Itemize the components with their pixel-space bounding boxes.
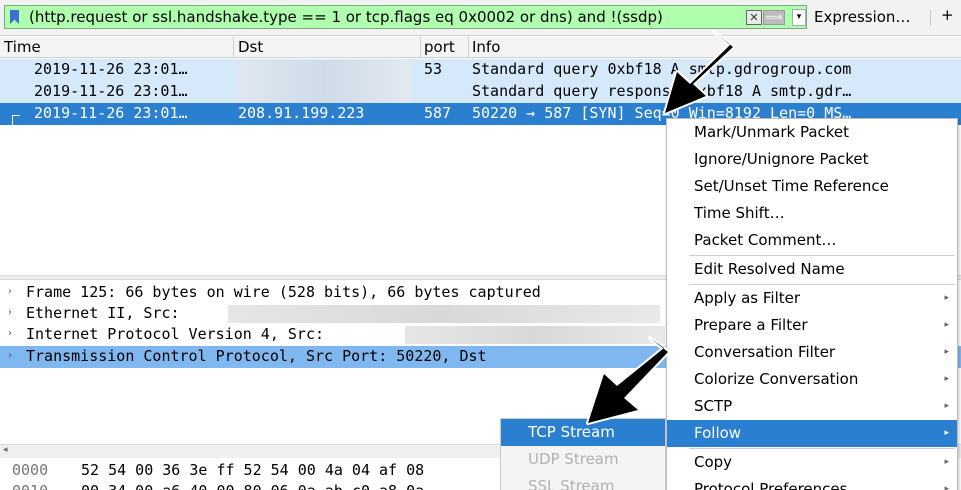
menu-item-label: Conversation Filter xyxy=(694,343,836,361)
menu-item-label: Packet Comment… xyxy=(694,231,837,249)
column-header-time[interactable]: Time xyxy=(4,38,41,56)
menu-item-label: Mark/Unmark Packet xyxy=(694,123,850,141)
display-filter-toolbar: (http.request or ssl.handshake.type == 1… xyxy=(0,0,961,36)
redacted-mac-address xyxy=(228,305,660,323)
related-packet-bracket-icon xyxy=(12,115,20,125)
column-divider[interactable] xyxy=(233,37,234,58)
display-filter-text[interactable]: (http.request or ssl.handshake.type == 1… xyxy=(29,8,663,26)
bookmark-icon[interactable] xyxy=(10,10,19,24)
menu-item-packet-comment[interactable]: Packet Comment… xyxy=(667,227,957,254)
detail-text: Frame 125: 66 bytes on wire (528 bits), … xyxy=(26,283,541,301)
redacted-dst-address xyxy=(236,60,412,103)
menu-item-time-reference[interactable]: Set/Unset Time Reference xyxy=(667,173,957,200)
detail-text: Ethernet II, Src: xyxy=(26,304,180,322)
detail-text: Internet Protocol Version 4, Src: xyxy=(26,325,325,343)
submenu-arrow-icon: ▸ xyxy=(944,320,949,330)
expand-arrow-icon[interactable]: › xyxy=(8,350,12,361)
menu-item-follow[interactable]: Follow ▸ xyxy=(667,420,957,447)
menu-item-label: SCTP xyxy=(694,397,733,415)
bytes-offset: 0000 xyxy=(12,461,49,479)
expand-arrow-icon[interactable]: › xyxy=(8,286,12,297)
bytes-offset: 0010 xyxy=(12,482,48,490)
menu-item-label: Apply as Filter xyxy=(694,289,801,307)
menu-item-prepare-filter[interactable]: Prepare a Filter ▸ xyxy=(667,312,957,339)
menu-item-label: Edit Resolved Name xyxy=(694,260,845,278)
menu-item-protocol-preferences[interactable]: Protocol Preferences ▸ xyxy=(667,476,957,490)
submenu-item-tcp-stream[interactable]: TCP Stream xyxy=(501,419,665,446)
submenu-item-label: TCP Stream xyxy=(528,423,615,441)
menu-item-time-shift[interactable]: Time Shift… xyxy=(667,200,957,227)
menu-item-copy[interactable]: Copy ▸ xyxy=(667,449,957,476)
submenu-item-label: SSL Stream xyxy=(528,477,615,490)
expand-arrow-icon[interactable]: › xyxy=(8,307,12,318)
menu-item-colorize-conversation[interactable]: Colorize Conversation ▸ xyxy=(667,366,957,393)
packet-list-header: Time Dst port Info xyxy=(0,37,961,58)
bytes-hex: 00 34 00 a6 40 00 80 06 0a ab c0 a8 0a xyxy=(81,482,424,490)
packet-port: 587 xyxy=(424,104,452,122)
column-header-port[interactable]: port xyxy=(424,38,455,56)
menu-item-label: Protocol Preferences xyxy=(694,480,848,490)
apply-filter-icon[interactable]: ⟹ xyxy=(763,10,785,25)
expression-button[interactable]: Expression… xyxy=(814,8,910,26)
recent-filters-dropdown[interactable]: ▾ xyxy=(792,9,806,26)
menu-item-label: Ignore/Unignore Packet xyxy=(694,150,869,168)
menu-item-apply-as-filter[interactable]: Apply as Filter ▸ xyxy=(667,285,957,312)
column-header-dst[interactable]: Dst xyxy=(238,38,263,56)
submenu-arrow-icon: ▸ xyxy=(944,374,949,384)
submenu-item-ssl-stream: SSL Stream xyxy=(501,473,665,490)
packet-dst: 208.91.199.223 xyxy=(238,104,365,122)
menu-item-label: Prepare a Filter xyxy=(694,316,808,334)
submenu-arrow-icon: ▸ xyxy=(944,457,949,467)
display-filter-input[interactable]: (http.request or ssl.handshake.type == 1… xyxy=(4,5,807,29)
redacted-ip-address xyxy=(405,326,665,344)
submenu-arrow-icon: ▸ xyxy=(944,484,949,490)
scroll-left-icon[interactable]: ◂ xyxy=(3,445,8,455)
submenu-item-udp-stream: UDP Stream xyxy=(501,446,665,473)
bytes-hex: 52 54 00 36 3e ff 52 54 00 4a 04 af 08 xyxy=(81,461,425,479)
packet-time: 2019-11-26 23:01… xyxy=(34,104,188,122)
submenu-arrow-icon: ▸ xyxy=(944,428,949,438)
column-header-info[interactable]: Info xyxy=(472,38,500,56)
menu-item-label: Copy xyxy=(694,453,733,471)
packet-port: 53 xyxy=(424,60,443,78)
packet-time: 2019-11-26 23:01… xyxy=(34,82,188,100)
clear-filter-icon[interactable]: ✕ xyxy=(746,10,762,25)
submenu-item-label: UDP Stream xyxy=(528,450,619,468)
menu-item-sctp[interactable]: SCTP ▸ xyxy=(667,393,957,420)
packet-row[interactable]: 2019-11-26 23:01… Standard query respons… xyxy=(0,81,961,103)
packet-info: Standard query 0xbf18 A smtp.gdrogroup.c… xyxy=(472,60,852,78)
menu-item-ignore-packet[interactable]: Ignore/Unignore Packet xyxy=(667,146,957,173)
packet-info: Standard query response 0xbf18 A smtp.gd… xyxy=(472,82,852,100)
add-filter-button[interactable]: + xyxy=(941,6,954,24)
menu-item-label: Follow xyxy=(694,424,742,442)
submenu-arrow-icon: ▸ xyxy=(944,347,949,357)
toolbar-divider xyxy=(930,10,931,26)
submenu-arrow-icon: ▸ xyxy=(944,293,949,303)
menu-item-label: Set/Unset Time Reference xyxy=(694,177,889,195)
packet-time: 2019-11-26 23:01… xyxy=(34,60,188,78)
menu-item-edit-resolved-name[interactable]: Edit Resolved Name xyxy=(667,256,957,283)
menu-item-label: Colorize Conversation xyxy=(694,370,859,388)
column-divider[interactable] xyxy=(420,37,421,58)
packet-row[interactable]: 2019-11-26 23:01… 53 Standard query 0xbf… xyxy=(0,59,961,81)
menu-item-mark-packet[interactable]: Mark/Unmark Packet xyxy=(667,119,957,146)
menu-item-conversation-filter[interactable]: Conversation Filter ▸ xyxy=(667,339,957,366)
packet-context-menu: Mark/Unmark Packet Ignore/Unignore Packe… xyxy=(666,118,958,490)
column-divider[interactable] xyxy=(468,37,469,58)
detail-text: Transmission Control Protocol, Src Port:… xyxy=(26,347,487,365)
follow-submenu: TCP Stream UDP Stream SSL Stream xyxy=(500,418,666,490)
submenu-arrow-icon: ▸ xyxy=(944,401,949,411)
menu-item-label: Time Shift… xyxy=(694,204,785,222)
expand-arrow-icon[interactable]: › xyxy=(8,328,12,339)
